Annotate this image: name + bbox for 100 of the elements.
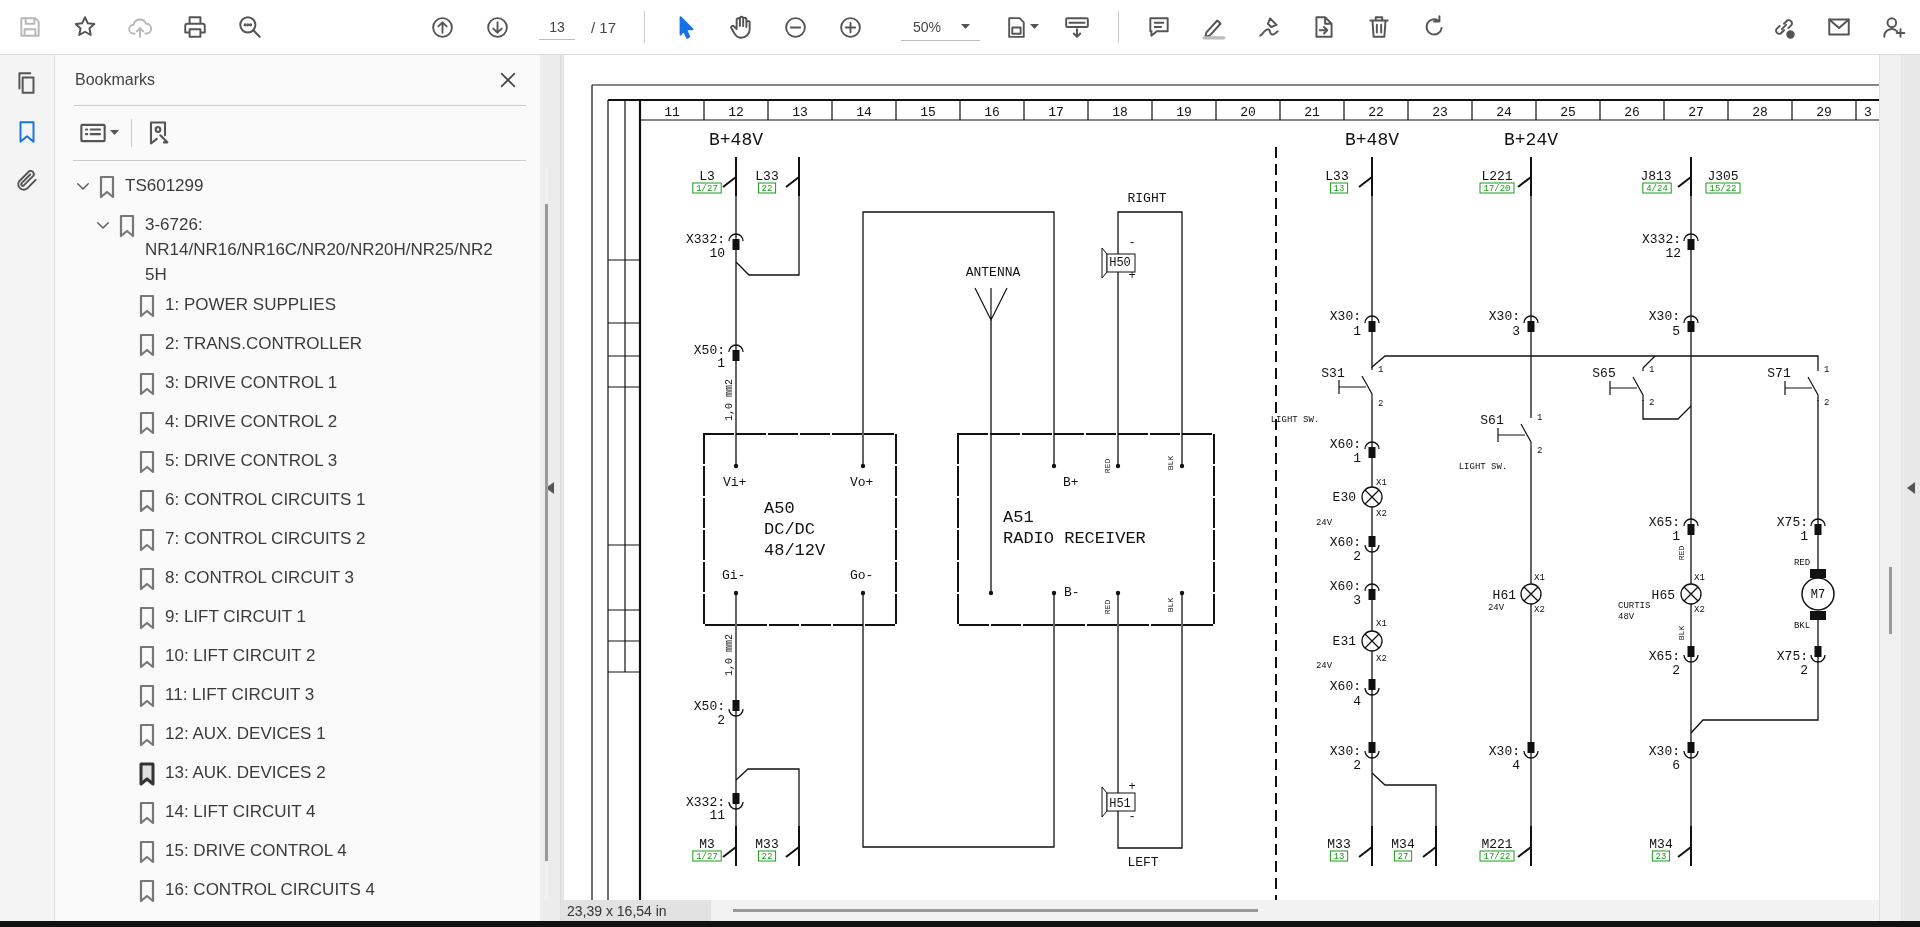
- caret-icon: [110, 130, 119, 136]
- bookmark-item[interactable]: 3-6726: NR14/NR16/NR16C/NR20/NR20H/NR25/NR25H: [145, 212, 495, 287]
- switch-icon: [1677, 156, 1692, 197]
- bookmark-item[interactable]: 9: LIFT CIRCUIT 1: [165, 604, 545, 629]
- wire-label: BLK: [1166, 455, 1175, 471]
- schematic-label: E30: [1332, 490, 1356, 505]
- connector-icon: [728, 344, 744, 361]
- bookmark-item[interactable]: 4: DRIVE CONTROL 2: [165, 409, 545, 434]
- bookmark-item[interactable]: 14: LIFT CIRCUIT 4: [165, 799, 545, 824]
- schematic-label: 4: [1512, 758, 1520, 773]
- schematic-label: X2: [1376, 509, 1387, 519]
- connector-icon: [1810, 518, 1826, 535]
- reference-tag: 23: [1651, 850, 1671, 862]
- bookmark-item[interactable]: 13: AUK. DEVICES 2: [165, 760, 545, 785]
- bookmark-item[interactable]: 11: LIFT CIRCUIT 3: [165, 682, 545, 707]
- schematic-label: X65:: [1648, 515, 1680, 530]
- column-number: 29: [1816, 105, 1832, 120]
- schematic-label: X332:: [1642, 232, 1681, 247]
- reference-tag: 4/24: [1642, 182, 1672, 194]
- terminal-dot: [1051, 590, 1057, 596]
- bookmark-item[interactable]: 12: AUX. DEVICES 1: [165, 721, 545, 746]
- bookmark-item[interactable]: 6: CONTROL CIRCUITS 1: [165, 487, 545, 512]
- schematic-label: A50: [764, 499, 795, 518]
- reference-tag: 17/22: [1479, 850, 1515, 862]
- schematic-label: 1: [1378, 365, 1384, 375]
- connector-icon: [1683, 646, 1699, 663]
- column-number: 14: [856, 105, 872, 120]
- schematic-label: X30:: [1329, 309, 1361, 324]
- bookmark-item[interactable]: 3: DRIVE CONTROL 1: [165, 370, 545, 395]
- column-number: 26: [1624, 105, 1640, 120]
- zoom-out-icon: [783, 14, 809, 40]
- motor-icon: [1801, 569, 1835, 620]
- connector-icon: [1683, 518, 1699, 535]
- column-number: 15: [920, 105, 936, 120]
- expand-arrow-icon[interactable]: [1907, 482, 1915, 494]
- terminal-dot: [1115, 590, 1121, 596]
- column-number: 17: [1048, 105, 1064, 120]
- schematic-label: 1: [1824, 365, 1830, 375]
- schematic-label: Gi-: [722, 568, 746, 583]
- schematic-label: M221: [1481, 837, 1513, 852]
- bookmark-item[interactable]: 7: CONTROL CIRCUITS 2: [165, 526, 545, 551]
- schematic-label: 1: [1800, 529, 1808, 544]
- connector-icon: [728, 233, 744, 250]
- bookmark-item[interactable]: 15: DRIVE CONTROL 4: [165, 838, 545, 863]
- schematic-label: X75:: [1776, 649, 1808, 664]
- switch-icon: [785, 825, 800, 867]
- schematic-label: 48/12V: [764, 541, 826, 560]
- schematic-label: L3: [699, 169, 715, 184]
- schematic-label: 2: [1824, 398, 1830, 408]
- reference-tag: 27: [1393, 850, 1413, 862]
- column-number: 20: [1240, 105, 1256, 120]
- schematic-label: 24V: [1315, 661, 1333, 671]
- bookmark-item[interactable]: TS601299: [125, 173, 505, 198]
- reference-tag: 22: [757, 850, 777, 862]
- schematic-label: X1: [1376, 478, 1387, 488]
- lamp-icon: [1361, 486, 1383, 508]
- connector-icon: [1364, 536, 1380, 553]
- schematic-label: X60:: [1329, 535, 1361, 550]
- schematic-label: RIGHT: [1127, 191, 1167, 206]
- connector-icon: [1683, 233, 1699, 250]
- bookmark-item[interactable]: 10: LIFT CIRCUIT 2: [165, 643, 545, 668]
- zoom-field[interactable]: 50%: [901, 13, 981, 41]
- print-icon: [181, 14, 208, 40]
- schematic-label: X50:: [693, 343, 725, 358]
- bookmark-item[interactable]: 16: CONTROL CIRCUITS 4: [165, 877, 545, 902]
- schematic-label: S71: [1767, 366, 1791, 381]
- switch-icon: [1517, 156, 1532, 197]
- schematic-label: X30:: [1488, 309, 1520, 324]
- bookmark-item[interactable]: 8: CONTROL CIRCUIT 3: [165, 565, 545, 590]
- schematic-label: X30:: [1648, 309, 1680, 324]
- find-icon: [236, 14, 263, 40]
- reference-tag: 13: [1329, 850, 1349, 862]
- scrollbar[interactable]: [545, 168, 548, 899]
- collapse-arrow-icon[interactable]: [546, 482, 554, 494]
- schematic-label: X60:: [1329, 679, 1361, 694]
- switch-icon: [1358, 825, 1373, 867]
- schematic-label: LIGHT SW.: [1458, 462, 1508, 472]
- bookmark-item[interactable]: 1: POWER SUPPLIES: [165, 292, 545, 317]
- bookmark-item[interactable]: 5: DRIVE CONTROL 3: [165, 448, 545, 473]
- schematic-label: 24V: [1315, 518, 1333, 528]
- schematic-label: H51: [1109, 797, 1131, 811]
- reference-tag: 1/27: [692, 850, 722, 862]
- connector-icon: [1523, 742, 1539, 759]
- terminal-dot: [988, 590, 994, 596]
- terminal-dot: [733, 463, 739, 469]
- schematic-label: X332:: [686, 232, 725, 247]
- vertical-scrollbar[interactable]: [1889, 567, 1892, 634]
- panel-title: Bookmarks: [75, 71, 156, 89]
- schematic-label: M34: [1649, 837, 1673, 852]
- schematic-label: 2: [1537, 446, 1543, 456]
- column-number: 19: [1176, 105, 1192, 120]
- schematic-label: H50: [1109, 256, 1131, 270]
- schematic-label: 5: [1672, 324, 1680, 339]
- horizontal-scrollbar[interactable]: [733, 909, 1258, 912]
- schematic-label: X50:: [693, 699, 725, 714]
- bookmark-item[interactable]: 2: TRANS.CONTROLLER: [165, 331, 545, 356]
- connector-icon: [1810, 646, 1826, 663]
- schematic-label: 2: [1672, 663, 1680, 678]
- schematic-label: 1: [1672, 529, 1680, 544]
- schematic-label: Go-: [850, 568, 874, 583]
